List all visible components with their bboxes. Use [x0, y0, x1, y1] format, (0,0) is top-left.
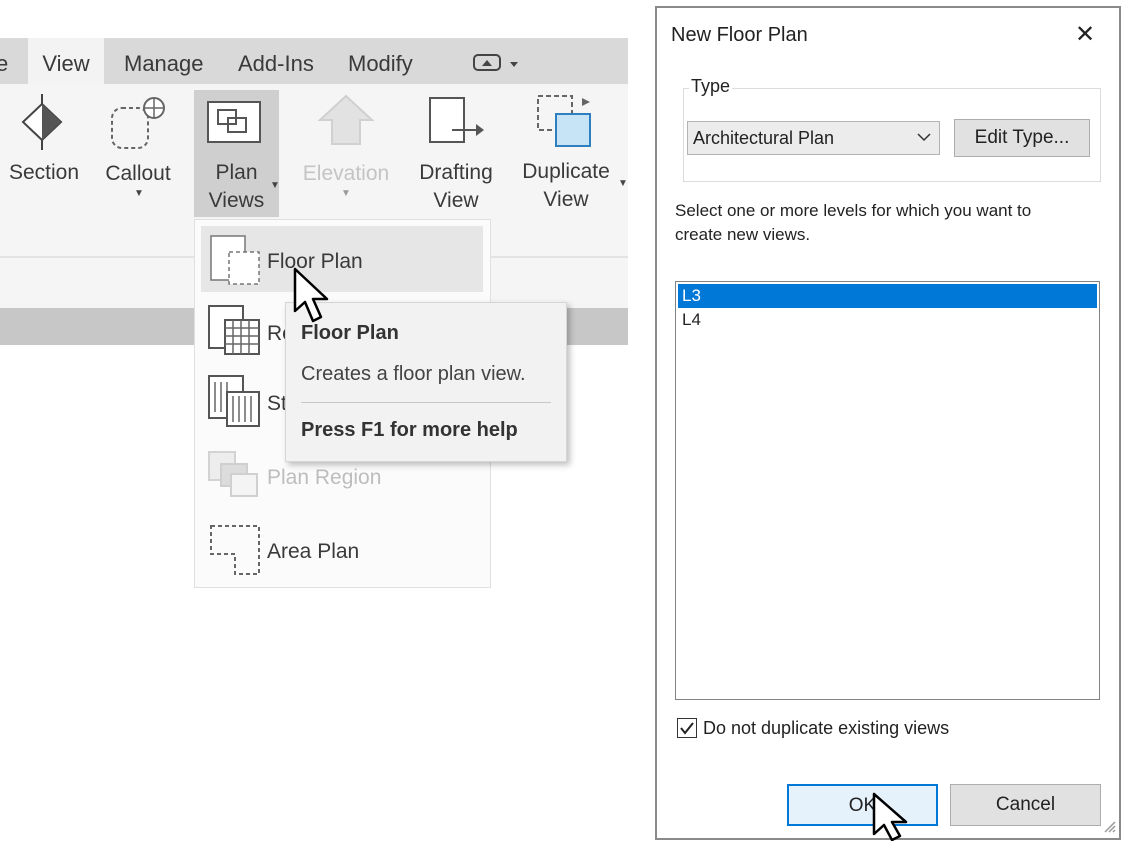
- new-floor-plan-dialog: New Floor Plan ✕ Type Architectural Plan…: [655, 6, 1121, 840]
- panel-options-icon[interactable]: [472, 52, 518, 79]
- plan-views-label-1: Plan: [215, 161, 258, 184]
- duplicate-views-label: Do not duplicate existing views: [703, 718, 950, 738]
- reflected-ceiling-plan-icon: [205, 302, 263, 363]
- tab-add-ins[interactable]: Add-Ins: [238, 38, 314, 84]
- callout-button[interactable]: Callout: [96, 160, 180, 188]
- structural-plan-icon: [205, 372, 263, 435]
- list-item-level[interactable]: L4: [678, 308, 1097, 332]
- edit-type-button[interactable]: Edit Type...: [954, 119, 1090, 157]
- menu-item-label: Area Plan: [267, 540, 360, 563]
- tooltip-description: Creates a floor plan view.: [301, 363, 526, 385]
- plan-region-icon: [205, 448, 263, 507]
- elevation-icon: [316, 92, 376, 153]
- duplicate-view-label-2[interactable]: View: [514, 186, 618, 214]
- area-plan-icon: [205, 520, 263, 583]
- cancel-button[interactable]: Cancel: [950, 784, 1101, 826]
- mouse-cursor-icon: [870, 792, 914, 846]
- tab-view[interactable]: View: [28, 38, 104, 84]
- plan-views-label-2: Views: [208, 189, 265, 212]
- tab-modify[interactable]: Modify: [348, 38, 413, 84]
- duplicate-view-icon: [534, 92, 596, 157]
- menu-item-area-plan[interactable]: Area Plan: [201, 516, 483, 582]
- plan-views-dropdown-icon: ▼: [270, 180, 280, 191]
- section-button[interactable]: Section: [4, 159, 84, 187]
- list-item-level[interactable]: L3: [678, 284, 1097, 308]
- instructions-line-2: create new views.: [675, 225, 811, 244]
- section-icon: [20, 92, 66, 157]
- tab-partial[interactable]: e: [0, 38, 18, 84]
- menu-item-label: Plan Region: [267, 466, 382, 489]
- tooltip-divider: [301, 402, 551, 403]
- drafting-view-icon: [426, 94, 488, 155]
- ok-button[interactable]: OK: [787, 784, 938, 826]
- levels-listbox[interactable]: L3 L4: [675, 281, 1100, 700]
- duplicate-view-label-1[interactable]: Duplicate: [514, 158, 618, 186]
- duplicate-view-dropdown-icon[interactable]: ▼: [618, 178, 628, 189]
- plan-views-icon: [204, 96, 264, 151]
- drafting-view-label-2[interactable]: View: [408, 187, 504, 215]
- chevron-down-icon: [916, 126, 932, 151]
- type-select-value: Architectural Plan: [693, 128, 835, 148]
- dialog-title: New Floor Plan: [671, 24, 808, 46]
- close-icon[interactable]: ✕: [1075, 20, 1095, 49]
- type-group-label: Type: [689, 76, 733, 97]
- duplicate-views-checkbox[interactable]: [677, 718, 697, 738]
- menu-item-floor-plan[interactable]: Floor Plan: [201, 226, 483, 292]
- callout-icon: [108, 94, 170, 159]
- instructions-line-1: Select one or more levels for which you …: [675, 201, 1032, 220]
- type-select[interactable]: Architectural Plan: [687, 121, 940, 155]
- drafting-view-label-1[interactable]: Drafting: [408, 159, 504, 187]
- checkmark-icon: [680, 722, 694, 735]
- tooltip-help: Press F1 for more help: [301, 419, 518, 441]
- callout-dropdown-icon[interactable]: ▼: [134, 188, 144, 199]
- resize-grip-icon[interactable]: [1103, 820, 1117, 839]
- elevation-dropdown-icon[interactable]: ▼: [341, 188, 351, 199]
- menu-item-label: St: [267, 392, 287, 415]
- mouse-cursor-icon: [293, 267, 333, 332]
- plan-views-button[interactable]: Plan Views ▼: [194, 90, 280, 217]
- ribbon-tab-bar: e View Manage Add-Ins Modify: [0, 38, 628, 84]
- floor-plan-icon: [207, 232, 263, 293]
- tab-manage[interactable]: Manage: [124, 38, 204, 84]
- elevation-button[interactable]: Elevation: [296, 160, 396, 188]
